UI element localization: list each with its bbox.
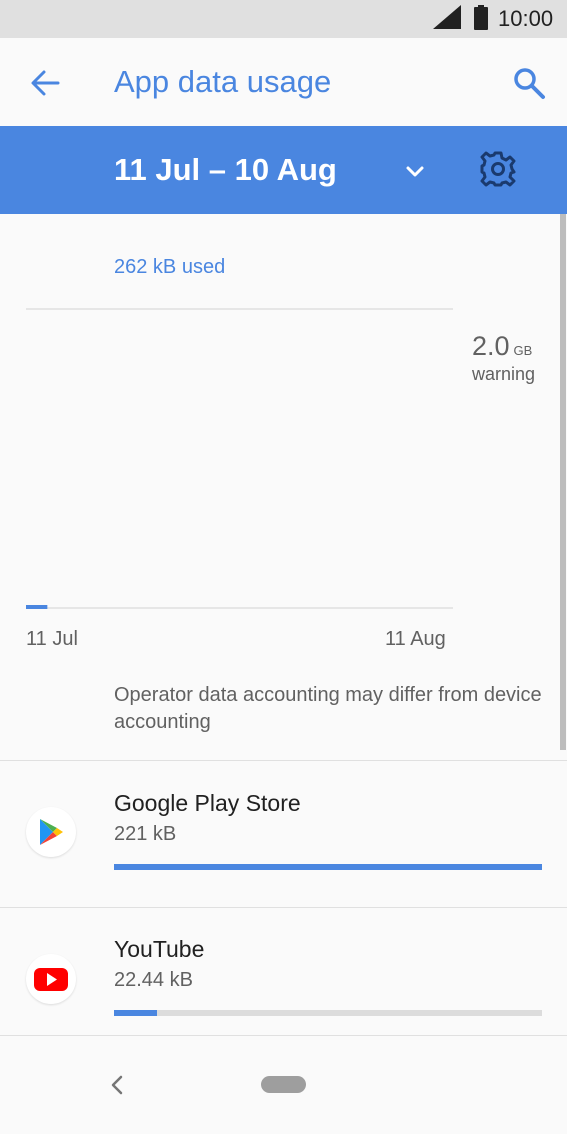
app-usage: 22.44 kB — [114, 969, 193, 991]
x-label-end: 11 Aug — [385, 628, 446, 650]
app-row-youtube[interactable]: YouTube 22.44 kB — [0, 908, 567, 1054]
cycle-selector[interactable]: 11 Jul – 10 Aug — [0, 126, 567, 214]
usage-bar-fill — [114, 864, 542, 870]
accounting-note: Operator data accounting may differ from… — [114, 684, 542, 733]
warning-number: 2.0 — [472, 331, 510, 361]
app-bar: App data usage — [0, 38, 567, 126]
nav-back-icon[interactable] — [108, 1073, 126, 1097]
gear-icon[interactable] — [478, 149, 518, 189]
navigation-bar — [0, 1036, 567, 1134]
signal-icon — [433, 5, 461, 29]
status-time: 10:00 — [498, 6, 554, 31]
usage-total: 262 kB used — [114, 256, 226, 278]
app-name: YouTube — [114, 936, 205, 962]
cycle-label: 11 Jul – 10 Aug — [114, 152, 337, 187]
x-label-start: 11 Jul — [26, 628, 78, 650]
chevron-down-icon[interactable] — [400, 156, 430, 186]
battery-icon — [474, 5, 488, 30]
usage-bar-fill — [114, 1010, 157, 1016]
app-name: Google Play Store — [114, 790, 301, 816]
warning-unit: GB — [513, 343, 533, 358]
usage-bar — [114, 1010, 542, 1016]
app-row-google-play-store[interactable]: Google Play Store 221 kB — [0, 761, 567, 907]
usage-bar — [114, 864, 542, 870]
nav-home-icon[interactable] — [261, 1076, 306, 1093]
back-arrow-icon[interactable] — [28, 66, 62, 100]
app-usage: 221 kB — [114, 823, 177, 845]
warning-value: 2.0 GB — [472, 331, 532, 362]
page-title: App data usage — [114, 64, 332, 99]
youtube-icon — [26, 954, 76, 1004]
status-bar: 10:00 — [0, 0, 567, 38]
search-icon[interactable] — [512, 66, 546, 100]
warning-label: warning — [472, 364, 536, 384]
play-store-icon — [26, 807, 76, 857]
